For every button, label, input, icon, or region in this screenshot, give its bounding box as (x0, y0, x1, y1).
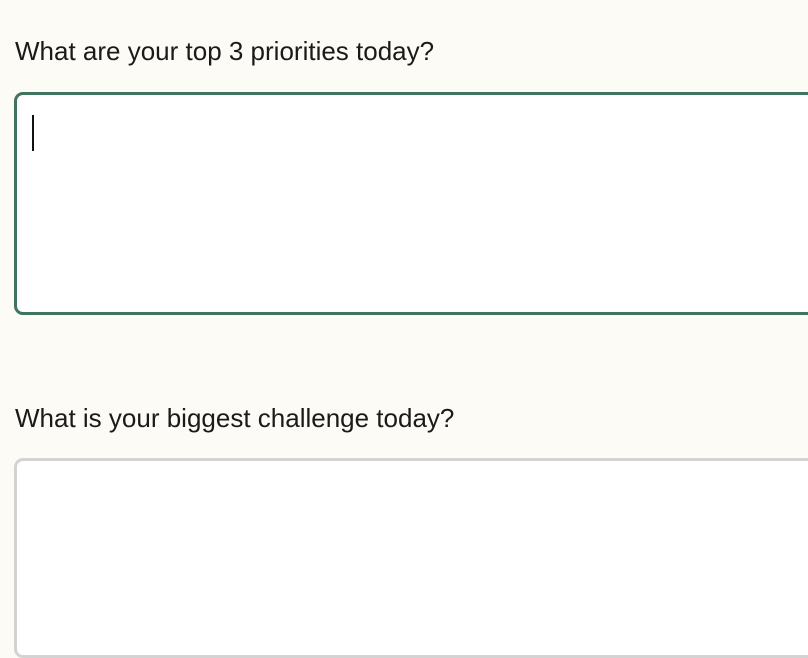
text-cursor (32, 115, 34, 151)
priorities-question-label: What are your top 3 priorities today? (15, 36, 435, 66)
challenge-answer-textarea[interactable] (14, 458, 808, 658)
priorities-answer-textarea[interactable] (14, 92, 808, 315)
challenge-question-label: What is your biggest challenge today? (15, 403, 455, 433)
